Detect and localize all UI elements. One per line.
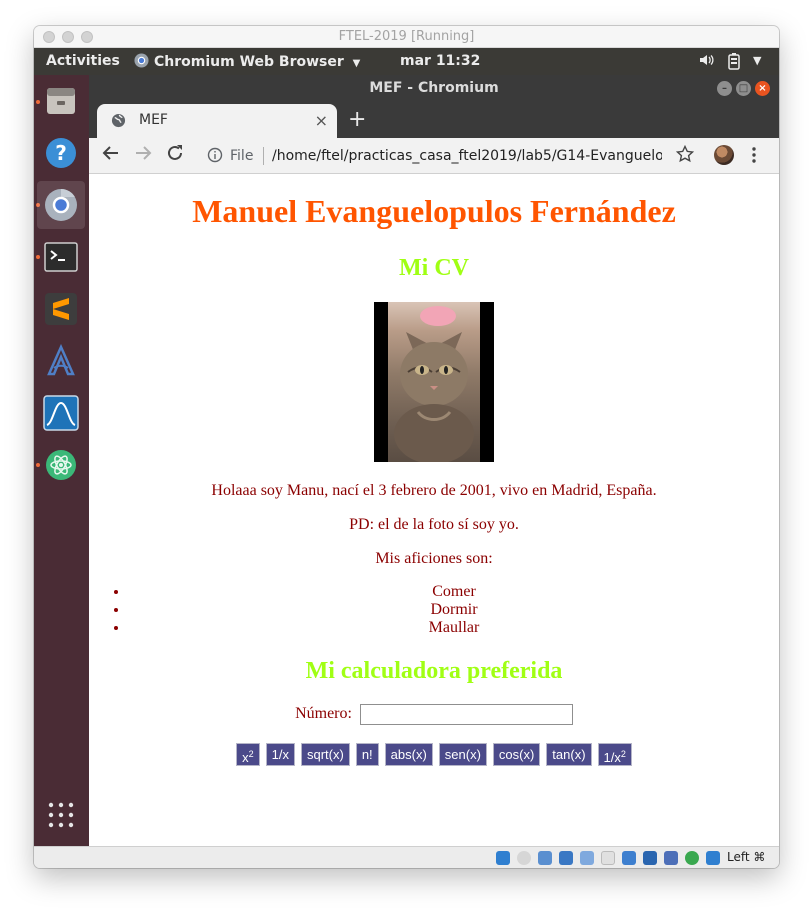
star-icon[interactable] [675, 144, 695, 168]
host-window-title: FTEL-2019 [Running] [338, 29, 475, 44]
usb-icon[interactable] [580, 851, 594, 865]
files-icon[interactable] [37, 77, 85, 125]
wireshark-icon[interactable] [37, 389, 85, 437]
audio-icon[interactable] [538, 851, 552, 865]
app-menu-label: Chromium Web Browser [154, 54, 344, 70]
number-label: Número: [295, 705, 352, 723]
guest-additions-icon[interactable] [685, 851, 699, 865]
clock[interactable]: mar 11:32 [400, 53, 480, 69]
menu-dots-icon[interactable] [751, 147, 757, 168]
cat-photo [388, 302, 480, 462]
page-content: Manuel Evanguelopulos Fernández Mi CV Ho… [89, 175, 779, 846]
hobbies-list: Comer Dormir Maullar [89, 583, 779, 637]
chevron-down-icon: ▼ [352, 58, 361, 69]
virtualbox-window: FTEL-2019 [Running] Activities Chromium … [34, 26, 779, 868]
chromium-icon[interactable] [37, 181, 85, 229]
info-icon[interactable] [207, 147, 223, 168]
page-title: Manuel Evanguelopulos Fernández [192, 193, 676, 229]
sqrt-button[interactable]: sqrt(x) [300, 743, 350, 766]
cv-heading: Mi CV [399, 255, 469, 281]
calculator-heading: Mi calculadora preferida [305, 658, 563, 684]
hard-disk-icon[interactable] [496, 851, 510, 865]
host-titlebar: FTEL-2019 [Running] [34, 26, 779, 48]
browser-window-title: MEF - Chromium [89, 75, 779, 102]
browser-toolbar: File /home/ftel/practicas_casa_ftel2019/… [89, 138, 779, 174]
ubuntu-topbar: Activities Chromium Web Browser ▼ mar 11… [34, 48, 779, 75]
square-superscript: 2 [248, 749, 254, 759]
profile-photo [374, 302, 494, 462]
factorial-button[interactable]: n! [355, 743, 379, 766]
chromium-window: MEF - Chromium – □ × MEF × + File /home/… [89, 75, 779, 846]
hobbies-intro: Mis aficiones son: [375, 550, 493, 567]
terminal-icon[interactable] [37, 233, 85, 281]
file-scheme-label: File [230, 148, 254, 164]
tab-mef[interactable]: MEF × [97, 104, 337, 138]
close-icon[interactable]: × [755, 81, 770, 96]
atom-icon[interactable] [37, 441, 85, 489]
network-icon[interactable] [559, 851, 573, 865]
url-separator [263, 147, 264, 165]
display-icon[interactable] [622, 851, 636, 865]
system-menu-chevron-icon[interactable]: ▼ [753, 54, 761, 67]
minimize-icon[interactable]: – [717, 81, 732, 96]
activities-button[interactable]: Activities [46, 53, 120, 69]
inverse-square-button[interactable]: 1/x2 [597, 743, 632, 766]
tab-title: MEF [139, 112, 168, 128]
tab-strip: MEF × + [89, 102, 779, 138]
profile-avatar[interactable] [714, 145, 734, 165]
sublime-text-icon[interactable] [37, 285, 85, 333]
inverse-square-superscript: 2 [620, 749, 626, 759]
sin-button[interactable]: sen(x) [438, 743, 487, 766]
inverse-square-button-label: 1/x [603, 750, 621, 765]
address-bar[interactable]: /home/ftel/practicas_casa_ftel2019/lab5/… [272, 148, 662, 164]
square-button[interactable]: x2 [236, 743, 260, 766]
app-menu[interactable]: Chromium Web Browser ▼ [134, 53, 360, 70]
chromium-small-icon [134, 53, 149, 68]
reload-icon[interactable] [166, 144, 184, 167]
list-item: Maullar [129, 619, 779, 637]
maximize-icon[interactable]: □ [736, 81, 751, 96]
globe-icon [111, 113, 126, 128]
ubuntu-dock: ? [34, 75, 89, 846]
shared-folders-icon[interactable] [601, 851, 615, 865]
optical-drive-icon[interactable] [517, 851, 531, 865]
host-key-label: Left ⌘ [727, 850, 766, 864]
intro-text: Holaaa soy Manu, nací el 3 febrero de 20… [211, 482, 657, 499]
ps-text: PD: el de la foto sí soy yo. [349, 516, 519, 533]
calculator-buttons: x2 1/x sqrt(x) n! abs(x) sen(x) cos(x) t… [89, 743, 779, 766]
number-field-row: Número: [89, 704, 779, 725]
battery-icon[interactable] [727, 52, 741, 74]
new-tab-button[interactable]: + [348, 107, 366, 132]
vbox-statusbar: Left ⌘ [34, 846, 779, 868]
video-capture-icon[interactable] [643, 851, 657, 865]
forward-icon[interactable] [134, 144, 152, 167]
svg-text:?: ? [55, 141, 67, 165]
volume-icon[interactable] [698, 52, 714, 72]
number-input[interactable] [359, 704, 573, 725]
abs-button[interactable]: abs(x) [384, 743, 433, 766]
arduino-icon[interactable] [37, 337, 85, 385]
list-item: Dormir [129, 601, 779, 619]
show-applications-icon[interactable] [37, 791, 85, 839]
help-icon[interactable]: ? [37, 129, 85, 177]
tan-button[interactable]: tan(x) [546, 743, 592, 766]
tab-close-icon[interactable]: × [315, 111, 328, 130]
guest-screen: Activities Chromium Web Browser ▼ mar 11… [34, 48, 779, 846]
back-icon[interactable] [102, 144, 120, 167]
cos-button[interactable]: cos(x) [492, 743, 541, 766]
inverse-button[interactable]: 1/x [265, 743, 295, 766]
list-item: Comer [129, 583, 779, 601]
virtualization-icon[interactable] [664, 851, 678, 865]
mouse-integration-icon[interactable] [706, 851, 720, 865]
